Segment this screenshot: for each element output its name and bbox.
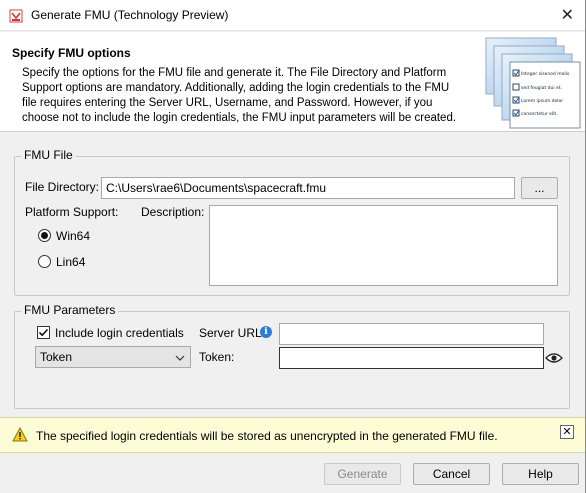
warning-message: The specified login credentials will be … [36,429,498,443]
include-credentials-label: Include login credentials [55,326,184,340]
auth-type-value: Token [40,350,73,364]
token-input[interactable] [279,347,544,369]
title-bar: Generate FMU (Technology Preview) ✕ [0,0,586,31]
chevron-down-icon [175,355,185,361]
platform-support-label: Platform Support: [25,205,119,219]
win64-label: Win64 [56,229,91,243]
cancel-button[interactable]: Cancel [413,463,490,485]
description-label: Description: [141,205,205,219]
token-label: Token: [199,350,235,364]
warning-bar: The specified login credentials will be … [0,417,586,453]
help-button[interactable]: Help [502,463,579,485]
eye-icon[interactable] [545,352,563,364]
header-title: Specify FMU options [12,46,131,60]
app-icon [9,9,23,23]
window-close-button[interactable]: ✕ [561,5,574,25]
lin64-label: Lin64 [56,255,86,269]
warning-close-button[interactable]: ✕ [560,425,574,439]
browse-button[interactable]: ... [521,177,558,199]
generate-button[interactable]: Generate [324,463,401,485]
wizard-banner-icon: Integer sisenod molis sed feugiat dui et… [485,37,581,129]
auth-type-select[interactable]: Token [35,346,191,368]
file-directory-label: File Directory: [25,180,100,194]
include-credentials-checkbox[interactable] [37,326,50,339]
lin64-radio[interactable] [38,255,51,268]
win64-radio[interactable] [38,229,51,242]
description-textarea[interactable] [209,205,558,286]
server-url-input[interactable] [279,323,544,345]
dialog-header: Specify FMU options Specify the options … [0,32,586,132]
graphic-line-4: consectetur elit. [521,111,558,117]
fmu-file-group-label: FMU File [21,148,76,162]
server-url-label: Server URL: [199,326,266,340]
warning-icon [12,427,28,442]
graphic-line-2: sed feugiat dui et. [521,85,562,91]
window-title: Generate FMU (Technology Preview) [31,8,229,22]
graphic-line-3: Lorem ipsum dolor [521,98,563,104]
header-description: Specify the options for the FMU file and… [22,67,457,124]
checkmark-icon [38,328,49,337]
file-directory-input[interactable]: C:\Users\rae6\Documents\spacecraft.fmu [101,177,515,199]
fmu-parameters-group-label: FMU Parameters [21,303,119,317]
info-icon[interactable]: i [260,326,272,338]
graphic-line-1: Integer sisenod molis [521,71,570,77]
